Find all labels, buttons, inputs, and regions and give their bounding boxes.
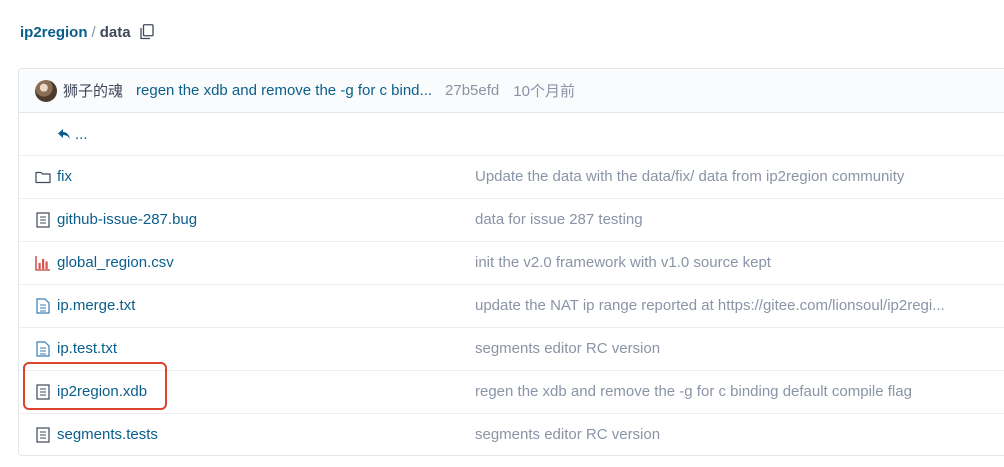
file-row[interactable]: fix Update the data with the data/fix/ d… [19,156,1004,199]
file-name-link[interactable]: github-issue-287.bug [57,211,197,228]
file-name-link[interactable]: ip.test.txt [57,340,117,357]
file-text-icon [36,212,50,228]
file-commit-message[interactable]: update the NAT ip range reported at http… [475,297,995,314]
file-row[interactable]: ip2region.xdb regen the xdb and remove t… [19,371,1004,414]
commit-author[interactable]: 狮子的魂 [63,80,123,101]
breadcrumb: ip2region / data [20,21,154,43]
file-commit-message[interactable]: Update the data with the data/fix/ data … [475,168,995,185]
file-name-link[interactable]: ip2region.xdb [57,383,147,400]
file-commit-message[interactable]: data for issue 287 testing [475,211,995,228]
parent-directory-link[interactable]: ... [75,126,88,143]
file-name-link[interactable]: global_region.csv [57,254,174,271]
file-list: 狮子的魂 regen the xdb and remove the -g for… [18,68,1004,456]
file-row[interactable]: global_region.csv init the v2.0 framewor… [19,242,1004,285]
copy-icon[interactable] [139,24,154,40]
file-name-link[interactable]: fix [57,168,72,185]
file-commit-message[interactable]: segments editor RC version [475,426,995,443]
commit-message-link[interactable]: regen the xdb and remove the -g for c bi… [136,82,432,99]
file-commit-message[interactable]: init the v2.0 framework with v1.0 source… [475,254,995,271]
file-text-icon [36,298,50,314]
parent-directory-row[interactable]: ... [19,113,1004,156]
file-text-icon [36,384,50,400]
file-commit-message[interactable]: segments editor RC version [475,340,995,357]
breadcrumb-repo-link[interactable]: ip2region [20,24,88,41]
commit-time: 10个月前 [513,83,575,100]
file-commit-message[interactable]: regen the xdb and remove the -g for c bi… [475,383,995,400]
file-name-link[interactable]: segments.tests [57,426,158,443]
reply-arrow-icon [58,129,70,139]
file-row[interactable]: ip.test.txt segments editor RC version [19,328,1004,371]
file-text-icon [36,341,50,357]
file-name-link[interactable]: ip.merge.txt [57,297,135,314]
avatar[interactable] [35,79,57,102]
folder-icon [35,171,51,184]
file-text-icon [36,427,50,443]
commit-sha[interactable]: 27b5efd [445,82,499,99]
file-row[interactable]: segments.tests segments editor RC versio… [19,414,1004,455]
last-commit-bar: 狮子的魂 regen the xdb and remove the -g for… [19,69,1004,113]
bar-chart-icon [35,256,50,271]
file-row[interactable]: ip.merge.txt update the NAT ip range rep… [19,285,1004,328]
breadcrumb-separator: / [91,23,96,41]
file-row[interactable]: github-issue-287.bug data for issue 287 … [19,199,1004,242]
breadcrumb-current-folder: data [99,23,131,41]
